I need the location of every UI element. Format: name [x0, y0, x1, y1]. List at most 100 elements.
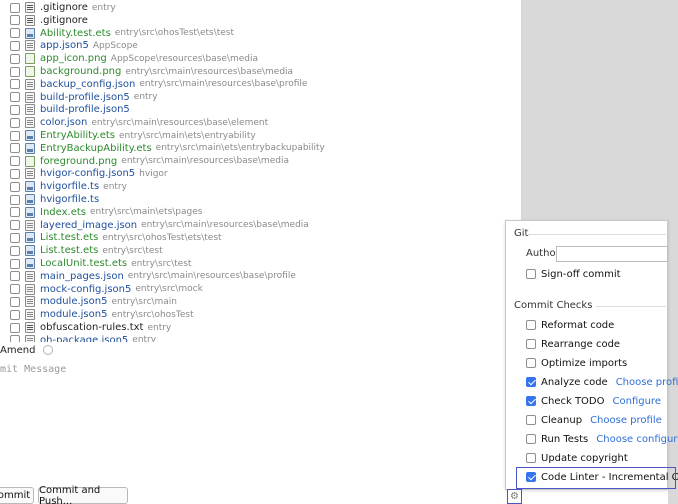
file-name: app_icon.png	[40, 53, 107, 65]
file-row[interactable]: List.test.ets entry\src\ohosTest\ets\test	[0, 231, 222, 244]
file-checkbox[interactable]	[10, 181, 20, 192]
file-row[interactable]: obfuscation-rules.txt entry	[0, 321, 171, 334]
file-checkbox[interactable]	[10, 245, 20, 256]
commit-options-popup: Git Author: Sign-off commit Commit Check…	[505, 220, 678, 490]
option-checkbox[interactable]	[526, 377, 536, 387]
json-file-icon	[25, 296, 35, 308]
file-row[interactable]: hvigorfile.ts	[0, 193, 103, 206]
signoff-option[interactable]: Sign-off commit	[526, 267, 621, 281]
option-checkbox[interactable]	[526, 396, 536, 406]
json-file-icon	[25, 91, 35, 103]
file-checkbox[interactable]	[10, 28, 20, 39]
author-input[interactable]	[556, 246, 668, 262]
file-row[interactable]: app_icon.png AppScope\resources\base\medi…	[0, 52, 258, 65]
file-checkbox[interactable]	[10, 130, 20, 141]
file-checkbox[interactable]	[10, 168, 20, 179]
file-checkbox[interactable]	[10, 284, 20, 295]
commit-check-option[interactable]: Run Tests Choose configuration	[526, 432, 678, 446]
file-row[interactable]: .gitignore	[0, 14, 92, 27]
file-name: oh-package.json5	[40, 334, 129, 342]
option-checkbox[interactable]	[526, 339, 536, 349]
option-label: Run Tests	[541, 433, 589, 445]
file-row[interactable]: module.json5 entry\src\ohosTest	[0, 308, 194, 321]
help-icon[interactable]	[43, 345, 54, 355]
option-checkbox[interactable]	[526, 453, 536, 463]
commit-check-option[interactable]: Update copyright	[526, 451, 628, 465]
file-row[interactable]: Ability.test.ets entry\src\ohosTest\ets\t…	[0, 27, 234, 40]
commit-check-option[interactable]: Analyze code Choose profile	[526, 375, 678, 389]
file-name: color.json	[40, 117, 88, 129]
option-link[interactable]: Choose profile	[590, 415, 662, 426]
ets-file-icon	[25, 130, 35, 141]
option-checkbox[interactable]	[526, 320, 536, 330]
file-row[interactable]: oh-package.json5 entry	[0, 334, 156, 342]
file-checkbox[interactable]	[10, 104, 20, 115]
option-link[interactable]: Choose profile	[616, 377, 678, 388]
ets-file-icon	[25, 194, 35, 205]
changed-files-list[interactable]: .gitignore entry .gitignore Ability.test.et…	[0, 0, 522, 342]
file-checkbox[interactable]	[10, 40, 20, 51]
file-row[interactable]: background.png entry\src\main\resources\b…	[0, 65, 293, 78]
json-file-icon	[25, 283, 35, 295]
img-file-icon	[25, 53, 35, 65]
commit-check-option[interactable]: Cleanup Choose profile	[526, 413, 662, 427]
file-row[interactable]: Index.ets entry\src\main\ets\pages	[0, 206, 202, 219]
file-checkbox[interactable]	[10, 220, 20, 231]
option-link[interactable]: Choose configuration	[596, 434, 678, 445]
file-row[interactable]: build-profile.json5 entry	[0, 91, 158, 104]
file-path: AppScope	[92, 40, 138, 51]
file-row[interactable]: EntryBackupAbility.ets entry\src\main\ets…	[0, 142, 325, 155]
file-checkbox[interactable]	[10, 92, 20, 103]
file-row[interactable]: color.json entry\src\main\resources\base\…	[0, 116, 268, 129]
ets-file-icon	[25, 245, 35, 257]
file-checkbox[interactable]	[10, 156, 20, 167]
file-checkbox[interactable]	[10, 232, 20, 243]
file-row[interactable]: main_pages.json entry\src\main\resources\…	[0, 270, 296, 283]
file-row[interactable]: hvigor-config.json5 hvigor	[0, 167, 168, 180]
gear-icon[interactable]: ⚙	[507, 489, 522, 504]
file-checkbox[interactable]	[10, 309, 20, 320]
option-link[interactable]: Configure	[613, 396, 661, 407]
file-row[interactable]: app.json5 AppScope	[0, 39, 138, 52]
file-checkbox[interactable]	[10, 271, 20, 282]
file-checkbox[interactable]	[10, 143, 20, 154]
file-checkbox[interactable]	[10, 15, 20, 26]
file-checkbox[interactable]	[10, 258, 20, 269]
amend-row[interactable]: Amend	[0, 343, 54, 357]
commit-check-option[interactable]: Check TODO Configure	[526, 394, 661, 408]
option-label: Analyze code	[541, 376, 608, 388]
file-checkbox[interactable]	[10, 2, 20, 13]
file-checkbox[interactable]	[10, 79, 20, 90]
option-checkbox[interactable]	[526, 415, 536, 425]
file-row[interactable]: List.test.ets entry\src\test	[0, 244, 163, 257]
file-row[interactable]: backup_config.json entry\src\main\resourc…	[0, 78, 307, 91]
commit-message-field[interactable]: mit Message	[0, 360, 504, 480]
file-row[interactable]: .gitignore entry	[0, 1, 116, 14]
signoff-checkbox[interactable]	[526, 269, 536, 279]
commit-check-option[interactable]: Reformat code	[526, 318, 614, 332]
json-file-icon	[25, 219, 35, 231]
file-row[interactable]: LocalUnit.test.ets entry\src\test	[0, 257, 191, 270]
file-row[interactable]: EntryAbility.ets entry\src\main\ets\entry…	[0, 129, 256, 142]
commit-and-push-button[interactable]: Commit and Push...	[38, 485, 128, 504]
commit-check-option[interactable]: Rearrange code	[526, 337, 620, 351]
file-checkbox[interactable]	[10, 117, 20, 128]
file-checkbox[interactable]	[10, 296, 20, 307]
file-row[interactable]: module.json5 entry\src\main	[0, 295, 177, 308]
file-row[interactable]: hvigorfile.ts entry	[0, 180, 127, 193]
file-row[interactable]: layered_image.json entry\src\main\resourc…	[0, 219, 309, 232]
file-checkbox[interactable]	[10, 207, 20, 218]
file-checkbox[interactable]	[10, 194, 20, 205]
file-checkbox[interactable]	[10, 322, 20, 333]
amend-label[interactable]: Amend	[0, 345, 35, 356]
option-checkbox[interactable]	[526, 358, 536, 368]
file-checkbox[interactable]	[10, 335, 20, 342]
file-checkbox[interactable]	[10, 53, 20, 64]
option-checkbox[interactable]	[526, 434, 536, 444]
commit-check-option[interactable]: Optimize imports	[526, 356, 627, 370]
file-row[interactable]: mock-config.json5 entry\src\mock	[0, 283, 203, 296]
commit-button[interactable]: ommit	[0, 487, 34, 504]
file-checkbox[interactable]	[10, 66, 20, 77]
file-row[interactable]: build-profile.json5	[0, 103, 134, 116]
file-row[interactable]: foreground.png entry\src\main\resources\b…	[0, 155, 289, 168]
